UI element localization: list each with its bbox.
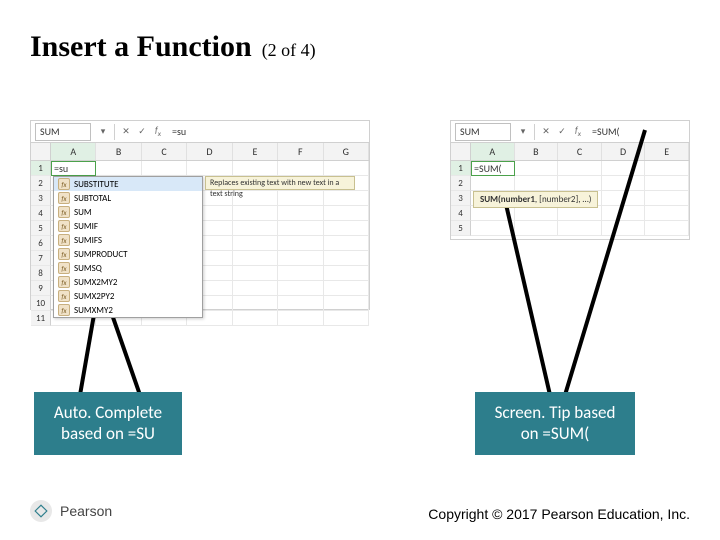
- cancel-icon: ✕: [119, 125, 133, 139]
- fx-icon: fx: [571, 125, 585, 139]
- row-header: 1: [31, 161, 51, 176]
- function-icon: fx: [58, 206, 70, 218]
- row-header: 9: [31, 281, 51, 296]
- separator: [114, 124, 115, 140]
- col-header: D: [187, 143, 232, 160]
- autocomplete-item: fxSUMIFS: [54, 233, 202, 247]
- col-header: A: [51, 143, 96, 160]
- autocomplete-item: fxSUMX2MY2: [54, 275, 202, 289]
- col-header: A: [471, 143, 515, 160]
- accept-icon: ✓: [135, 125, 149, 139]
- autocomplete-item: fxSUM: [54, 205, 202, 219]
- autocomplete-item: fxSUMX2PY2: [54, 289, 202, 303]
- autocomplete-item: fxSUMIF: [54, 219, 202, 233]
- callout-screentip: Screen. Tip based on =SUM(: [475, 392, 635, 455]
- autocomplete-item: fxSUMXMY2: [54, 303, 202, 317]
- name-box: SUM: [35, 123, 91, 141]
- col-header: B: [515, 143, 559, 160]
- col-header: C: [142, 143, 187, 160]
- title-progress: (2 of 4): [262, 40, 316, 60]
- col-header: E: [645, 143, 689, 160]
- col-header: G: [324, 143, 369, 160]
- col-header: B: [96, 143, 141, 160]
- row-header: 10: [31, 296, 51, 311]
- fx-icon: fx: [151, 125, 165, 139]
- function-icon: fx: [58, 290, 70, 302]
- callout-autocomplete: Auto. Complete based on =SU: [34, 392, 182, 455]
- pearson-logo-icon: [30, 500, 52, 522]
- function-icon: fx: [58, 276, 70, 288]
- dropdown-icon: ▾: [96, 125, 110, 139]
- autocomplete-item: fxSUMPRODUCT: [54, 247, 202, 261]
- screenshot-screentip: SUM ▾ ✕ ✓ fx =SUM( A B C D E 1=SUM( 2 3 …: [450, 120, 690, 240]
- name-box: SUM: [455, 123, 511, 141]
- row-header: 3: [31, 191, 51, 206]
- row-header: 11: [31, 311, 51, 326]
- copyright: Copyright © 2017 Pearson Education, Inc.: [428, 506, 690, 522]
- function-icon: fx: [58, 248, 70, 260]
- function-icon: fx: [58, 178, 70, 190]
- formula-input: =su: [166, 125, 369, 138]
- autocomplete-item: fxSUMSQ: [54, 261, 202, 275]
- function-icon: fx: [58, 304, 70, 316]
- row-header: 2: [451, 176, 471, 191]
- cell-A1: =SUM(: [471, 161, 515, 176]
- function-icon: fx: [58, 192, 70, 204]
- formula-bar: SUM ▾ ✕ ✓ fx =SUM(: [451, 121, 689, 143]
- column-headers: A B C D E: [451, 143, 689, 161]
- row-header: 5: [451, 221, 471, 236]
- formula-input: =SUM(: [586, 125, 689, 138]
- title-main: Insert a Function: [30, 30, 252, 63]
- autocomplete-list: fxSUBSTITUTE fxSUBTOTAL fxSUM fxSUMIF fx…: [53, 176, 203, 318]
- row-header: 2: [31, 176, 51, 191]
- formula-bar: SUM ▾ ✕ ✓ fx =su: [31, 121, 369, 143]
- function-icon: fx: [58, 234, 70, 246]
- function-icon: fx: [58, 220, 70, 232]
- row-header: 6: [31, 236, 51, 251]
- col-header: E: [233, 143, 278, 160]
- row-header: 4: [451, 206, 471, 221]
- accept-icon: ✓: [555, 125, 569, 139]
- function-icon: fx: [58, 262, 70, 274]
- separator: [534, 124, 535, 140]
- column-headers: A B C D E F G: [31, 143, 369, 161]
- brand-name: Pearson: [60, 503, 112, 519]
- row-header: 8: [31, 266, 51, 281]
- autocomplete-item: fxSUBSTITUTE: [54, 177, 202, 191]
- row-header: 5: [31, 221, 51, 236]
- cell-A1: =su: [51, 161, 96, 176]
- col-header: D: [602, 143, 646, 160]
- row-header: 4: [31, 206, 51, 221]
- row-header: 1: [451, 161, 471, 176]
- row-header: 3: [451, 191, 471, 206]
- screenshot-autocomplete: SUM ▾ ✕ ✓ fx =su A B C D E F G 1=su 2 3 …: [30, 120, 370, 310]
- screentip: SUM(number1, [number2], …): [473, 191, 598, 208]
- autocomplete-description: Replaces existing text with new text in …: [205, 176, 355, 190]
- col-header: F: [278, 143, 323, 160]
- slide-title: Insert a Function (2 of 4): [30, 30, 316, 64]
- row-header: 7: [31, 251, 51, 266]
- col-header: C: [558, 143, 602, 160]
- dropdown-icon: ▾: [516, 125, 530, 139]
- brand: Pearson: [30, 500, 112, 522]
- autocomplete-item: fxSUBTOTAL: [54, 191, 202, 205]
- cancel-icon: ✕: [539, 125, 553, 139]
